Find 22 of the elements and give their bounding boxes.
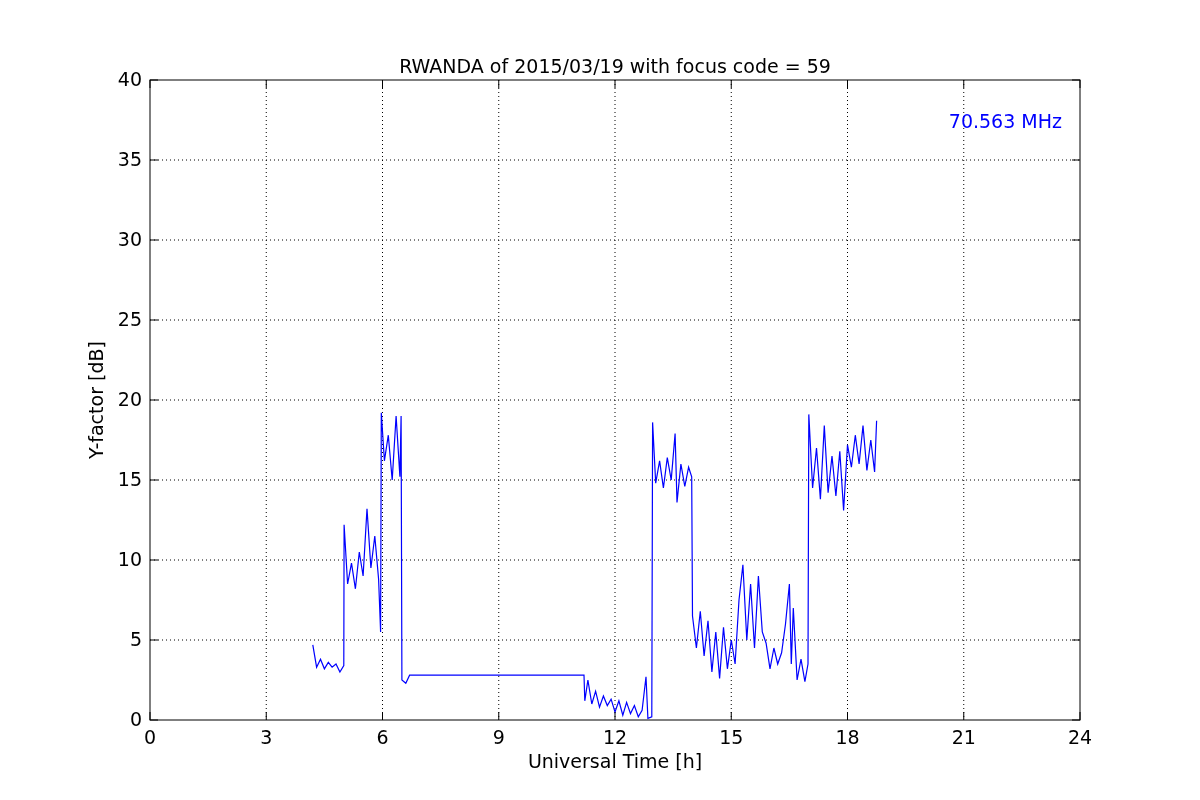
y-tick-label: 40	[117, 68, 142, 90]
y-tick-label: 10	[117, 548, 142, 570]
frequency-annotation: 70.563 MHz	[948, 110, 1062, 132]
x-tick-label: 3	[260, 726, 273, 748]
x-tick-label: 12	[602, 726, 628, 748]
y-tick-label: 25	[117, 308, 142, 330]
x-tick-label: 24	[1067, 726, 1093, 748]
x-tick-label: 6	[376, 726, 389, 748]
x-tick-label: 15	[719, 726, 744, 748]
y-tick-label: 35	[117, 148, 142, 170]
y-axis-label: Y-factor [dB]	[85, 341, 107, 459]
x-axis-label: Universal Time [h]	[527, 750, 703, 772]
chart-title: RWANDA of 2015/03/19 with focus code = 59	[399, 55, 831, 77]
y-tick-label: 5	[129, 628, 142, 650]
x-tick-label: 0	[143, 726, 157, 748]
y-tick-label: 15	[117, 468, 142, 490]
x-tick-label: 18	[835, 726, 860, 748]
y-tick-label: 0	[129, 708, 142, 730]
y-tick-label: 20	[117, 388, 142, 410]
x-tick-label: 21	[951, 726, 976, 748]
y-tick-label: 30	[117, 228, 142, 250]
x-tick-label: 9	[492, 726, 505, 748]
